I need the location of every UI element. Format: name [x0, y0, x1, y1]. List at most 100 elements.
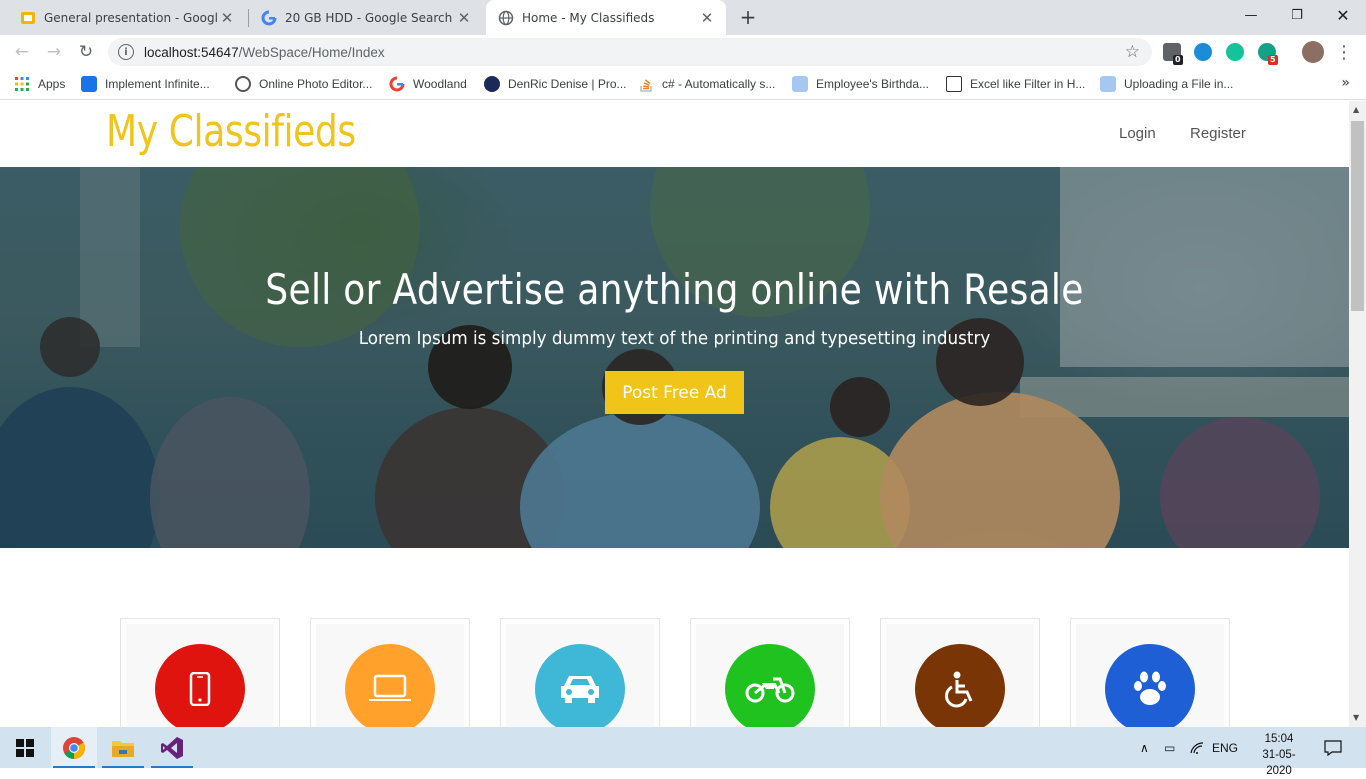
windows-logo-icon — [16, 738, 34, 757]
close-tab-icon[interactable]: ✕ — [218, 9, 236, 27]
tab-general-presentation[interactable]: General presentation - Google Sl ✕ — [8, 0, 246, 35]
extension-icon[interactable] — [1194, 43, 1212, 61]
more-bookmarks-chevron-icon[interactable]: » — [1341, 75, 1350, 91]
address-bar[interactable]: i localhost:54647/WebSpace/Home/Index ☆ — [108, 38, 1152, 66]
back-button[interactable]: ← — [10, 40, 34, 64]
bookmark-label: Implement Infinite... — [105, 77, 210, 91]
scroll-up-arrow-icon[interactable]: ▲ — [1353, 105, 1359, 114]
bookmark-label: Woodland — [413, 77, 467, 91]
close-tab-icon[interactable]: ✕ — [455, 9, 473, 27]
extension-badge: 0 — [1173, 55, 1183, 65]
motorcycle-icon — [725, 644, 815, 727]
bookmark-label: Uploading a File in... — [1124, 77, 1234, 91]
page-scrollbar[interactable]: ▲ ▼ — [1349, 101, 1366, 727]
taskbar-chrome[interactable] — [51, 727, 97, 768]
folder-icon — [112, 740, 134, 757]
register-link[interactable]: Register — [1190, 125, 1246, 142]
menu-kebab-icon[interactable]: ⋮ — [1332, 40, 1356, 64]
new-tab-button[interactable]: + — [736, 5, 760, 29]
notifications-icon[interactable] — [1324, 727, 1342, 768]
taskbar-file-explorer[interactable] — [100, 727, 146, 768]
bookmark-label: c# - Automatically s... — [662, 77, 776, 91]
pin-icon — [792, 76, 808, 92]
bookmark-denric-denise[interactable]: DenRic Denise | Pro... — [484, 75, 627, 93]
laptop-icon — [345, 644, 435, 727]
grammarly-icon[interactable] — [1226, 43, 1244, 61]
visual-studio-icon — [161, 736, 183, 759]
scrollbar-thumb[interactable] — [1351, 121, 1364, 311]
mobile-phone-icon — [155, 644, 245, 727]
bookmark-woodland[interactable]: Woodland — [389, 75, 467, 93]
clock-date: 31-05-2020 — [1262, 749, 1296, 777]
bookmark-implement-infinite[interactable]: Implement Infinite... — [81, 75, 210, 93]
stackoverflow-icon — [638, 76, 654, 92]
chrome-icon — [63, 736, 85, 759]
forward-button[interactable]: → — [42, 40, 66, 64]
tab-title: Home - My Classifieds — [522, 10, 655, 25]
category-card-mobiles[interactable] — [120, 618, 280, 727]
download-box-icon — [946, 76, 962, 92]
apps-grid-icon — [14, 76, 30, 92]
network-adapter-icon[interactable]: ▭ — [1164, 727, 1175, 768]
reload-button[interactable]: ↻ — [74, 40, 98, 64]
category-card-cars[interactable] — [500, 618, 660, 727]
clock-time: 15:04 — [1264, 733, 1294, 745]
site-info-icon[interactable]: i — [118, 44, 134, 60]
google-icon — [389, 76, 405, 92]
bookmark-uploading-file[interactable]: Uploading a File in... — [1100, 75, 1233, 93]
bookmark-apps[interactable]: Apps — [14, 75, 65, 93]
close-tab-icon[interactable]: ✕ — [698, 9, 716, 27]
profile-avatar[interactable] — [1302, 41, 1324, 63]
slides-icon — [20, 10, 36, 26]
bookmark-label: Excel like Filter in H... — [970, 77, 1086, 91]
tab-my-classifieds[interactable]: Home - My Classifieds ✕ — [486, 0, 726, 35]
system-clock[interactable]: 15:04 31-05-2020 — [1250, 731, 1308, 779]
car-icon — [535, 644, 625, 727]
bookmark-employees-birthday[interactable]: Employee's Birthda... — [792, 75, 929, 93]
site-header: My Classifieds Login Register — [0, 101, 1349, 167]
wheelchair-icon — [915, 644, 1005, 727]
globe-icon — [498, 10, 514, 26]
tab-title: 20 GB HDD - Google Search — [285, 10, 453, 25]
close-window-button[interactable]: ✕ — [1320, 0, 1366, 30]
tab-hdd-search[interactable]: 20 GB HDD - Google Search ✕ — [249, 0, 483, 35]
windows-start-button[interactable] — [2, 727, 48, 768]
bookmark-star-icon[interactable]: ☆ — [1125, 42, 1140, 62]
google-icon — [261, 10, 277, 26]
bookmark-label: Online Photo Editor... — [259, 77, 373, 91]
show-hidden-icons-chevron-icon[interactable]: ∧ — [1140, 727, 1149, 768]
hero-subtitle: Lorem Ipsum is simply dummy text of the … — [358, 328, 991, 349]
url-host: localhost:54647 — [144, 44, 239, 60]
hero-banner: Sell or Advertise anything online with R… — [0, 167, 1349, 548]
post-free-ad-button[interactable]: Post Free Ad — [605, 371, 744, 414]
wifi-icon[interactable] — [1190, 727, 1204, 768]
category-card-bikes[interactable] — [690, 618, 850, 727]
pin-icon — [1100, 76, 1116, 92]
bookmark-excel-filter[interactable]: Excel like Filter in H... — [946, 75, 1085, 93]
extension-badge: 5 — [1268, 55, 1278, 65]
browser-toolbar: ← → ↻ i localhost:54647/WebSpace/Home/In… — [0, 35, 1366, 69]
site-logo[interactable]: My Classifieds — [106, 106, 356, 157]
web-page: My Classifieds Login Register Sell or Ad… — [0, 101, 1349, 727]
login-link[interactable]: Login — [1119, 125, 1156, 142]
url-text: localhost:54647/WebSpace/Home/Index — [144, 45, 385, 60]
asp-icon — [81, 76, 97, 92]
bookmark-label: Employee's Birthda... — [816, 77, 930, 91]
restore-button[interactable]: ❐ — [1274, 0, 1320, 30]
tab-title: General presentation - Google Sl — [44, 10, 218, 25]
scroll-down-arrow-icon[interactable]: ▼ — [1353, 713, 1359, 722]
language-indicator[interactable]: ENG — [1212, 727, 1238, 768]
bookmark-online-photo-editor[interactable]: Online Photo Editor... — [235, 75, 372, 93]
category-card-laptops[interactable] — [310, 618, 470, 727]
category-card-accessibility[interactable] — [880, 618, 1040, 727]
windows-taskbar: ∧ ▭ ENG 15:04 31-05-2020 — [0, 727, 1366, 777]
circle-logo-icon — [484, 76, 500, 92]
hero-title: Sell or Advertise anything online with R… — [265, 265, 1084, 314]
category-card-pets[interactable] — [1070, 618, 1230, 727]
taskbar-visual-studio[interactable] — [149, 727, 195, 768]
browser-tab-strip: General presentation - Google Sl ✕ 20 GB… — [0, 0, 1366, 35]
bookmark-label: DenRic Denise | Pro... — [508, 77, 627, 91]
minimize-button[interactable]: — — [1228, 0, 1274, 30]
crowd-background-image — [0, 167, 1349, 548]
bookmark-csharp[interactable]: c# - Automatically s... — [638, 75, 775, 93]
